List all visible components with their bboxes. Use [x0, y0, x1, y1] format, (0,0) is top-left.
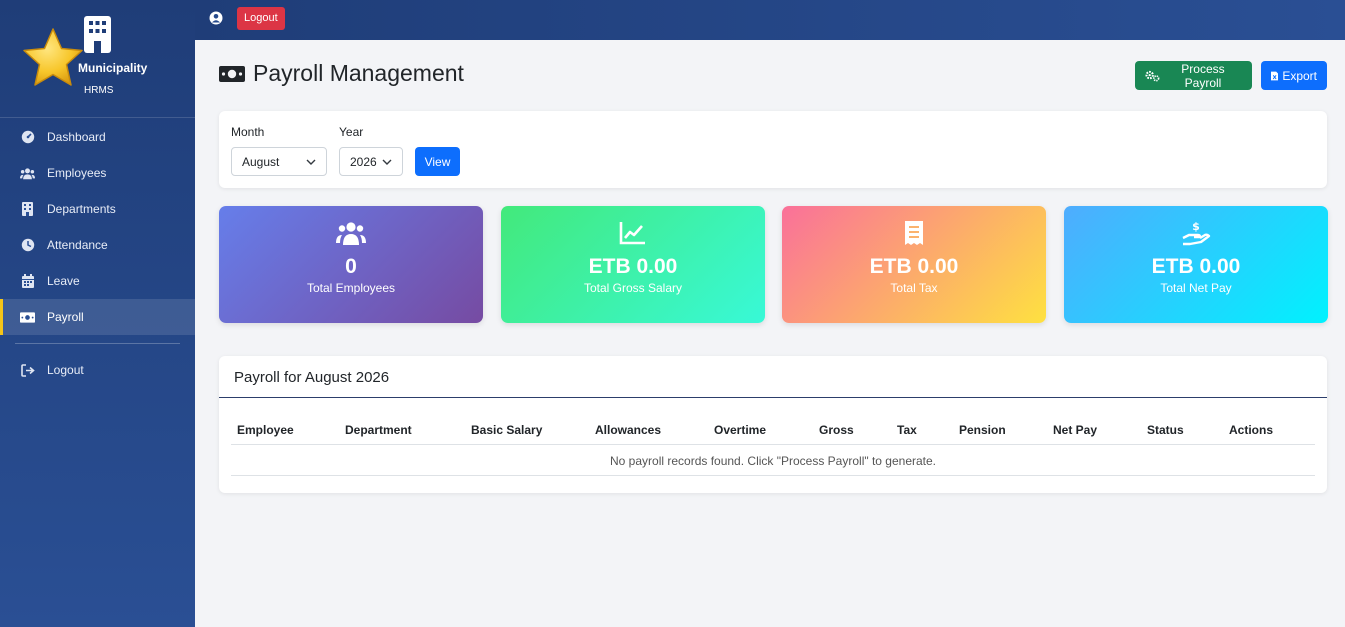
chevron-down-icon	[306, 159, 316, 165]
column-header-actions[interactable]: Actions	[1229, 423, 1273, 437]
star-icon	[23, 28, 83, 86]
process-payroll-label: Process Payroll	[1181, 61, 1225, 90]
year-label: Year	[339, 125, 364, 139]
stat-card-total-gross-salary: ETB 0.00 Total Gross Salary	[501, 206, 765, 323]
building-icon	[84, 16, 111, 53]
sidebar-divider	[15, 343, 180, 344]
page-title-text: Payroll Management	[253, 60, 464, 86]
stat-card-total-employees: 0 Total Employees	[219, 206, 483, 323]
column-header-employee[interactable]: Employee	[237, 423, 294, 437]
brand-name: Municipality	[78, 61, 148, 75]
month-select-value: August	[242, 154, 280, 169]
sidebar-item-label: Departments	[47, 202, 116, 216]
users-icon	[336, 222, 366, 245]
month-select[interactable]: August	[231, 147, 327, 176]
stat-card-total-net-pay: $ ETB 0.00 Total Net Pay	[1064, 206, 1328, 323]
table-row-divider	[231, 475, 1315, 476]
page-title: Payroll Management	[219, 60, 464, 87]
sidebar-item-payroll[interactable]: Payroll	[0, 299, 195, 335]
column-header-department[interactable]: Department	[345, 423, 412, 437]
sidebar-item-label: Payroll	[47, 310, 84, 324]
column-header-net-pay[interactable]: Net Pay	[1053, 423, 1097, 437]
sidebar-item-dashboard[interactable]: Dashboard	[0, 119, 195, 155]
sidebar-item-label: Logout	[47, 363, 84, 377]
column-header-pension[interactable]: Pension	[959, 423, 1006, 437]
table-title: Payroll for August 2026	[234, 369, 390, 386]
sign-out-icon	[20, 363, 35, 378]
stat-label: Total Tax	[890, 281, 938, 295]
chevron-down-icon	[382, 159, 392, 165]
stat-value: ETB 0.00	[1151, 255, 1241, 278]
column-header-allowances[interactable]: Allowances	[595, 423, 661, 437]
sidebar-item-label: Leave	[47, 274, 80, 288]
sidebar-item-label: Dashboard	[47, 130, 106, 144]
table-header-divider	[231, 444, 1315, 445]
gears-icon	[1145, 70, 1160, 82]
file-excel-icon	[1271, 71, 1279, 80]
sidebar-item-leave[interactable]: Leave	[0, 263, 195, 299]
sidebar-item-logout[interactable]: Logout	[0, 352, 195, 388]
card-header-divider	[219, 397, 1327, 398]
gauge-icon	[20, 130, 35, 145]
svg-text:$: $	[1192, 220, 1200, 233]
empty-table-message: No payroll records found. Click "Process…	[610, 454, 936, 468]
stat-value: ETB 0.00	[869, 255, 959, 278]
sidebar-item-attendance[interactable]: Attendance	[0, 227, 195, 263]
stat-card-total-tax: ETB 0.00 Total Tax	[782, 206, 1046, 323]
sidebar-item-label: Attendance	[47, 238, 108, 252]
column-header-status[interactable]: Status	[1147, 423, 1184, 437]
payroll-table-card: Payroll for August 2026 Employee Departm…	[219, 356, 1327, 493]
stat-value: 0	[345, 255, 357, 278]
sidebar: Municipality HRMS Dashboard Employees De…	[0, 0, 195, 627]
calendar-icon	[20, 274, 35, 289]
column-header-basic-salary[interactable]: Basic Salary	[471, 423, 542, 437]
filter-card: Month August Year 2026 View	[219, 111, 1327, 188]
chart-line-icon	[619, 222, 645, 245]
stat-value: ETB 0.00	[588, 255, 678, 278]
sidebar-item-label: Employees	[47, 166, 107, 180]
year-select[interactable]: 2026	[339, 147, 403, 176]
topbar: Logout	[195, 0, 1345, 40]
stat-label: Total Employees	[306, 281, 396, 295]
export-button[interactable]: Export	[1261, 61, 1327, 90]
hand-dollar-icon: $	[1182, 220, 1211, 246]
money-bill-icon	[219, 65, 245, 82]
sidebar-item-departments[interactable]: Departments	[0, 191, 195, 227]
user-circle-icon[interactable]	[209, 11, 223, 25]
column-header-gross[interactable]: Gross	[819, 423, 854, 437]
column-header-tax[interactable]: Tax	[897, 423, 917, 437]
clock-icon	[20, 238, 35, 253]
receipt-icon	[905, 221, 923, 245]
logout-button[interactable]: Logout	[237, 7, 285, 30]
year-select-value: 2026	[350, 154, 377, 169]
sidebar-nav: Dashboard Employees Departments Attendan…	[0, 119, 195, 335]
users-icon	[20, 166, 35, 181]
sidebar-item-employees[interactable]: Employees	[0, 155, 195, 191]
building-icon	[20, 202, 35, 217]
brand-sub: HRMS	[84, 85, 114, 96]
stat-label: Total Net Pay	[1160, 281, 1232, 295]
view-button[interactable]: View	[415, 147, 460, 176]
brand: Municipality HRMS	[0, 0, 195, 118]
process-payroll-button[interactable]: Process Payroll	[1135, 61, 1252, 90]
column-header-overtime[interactable]: Overtime	[714, 423, 766, 437]
money-bill-icon	[20, 310, 35, 325]
stat-label: Total Gross Salary	[583, 281, 683, 295]
export-label: Export	[1282, 68, 1317, 83]
month-label: Month	[231, 125, 265, 139]
